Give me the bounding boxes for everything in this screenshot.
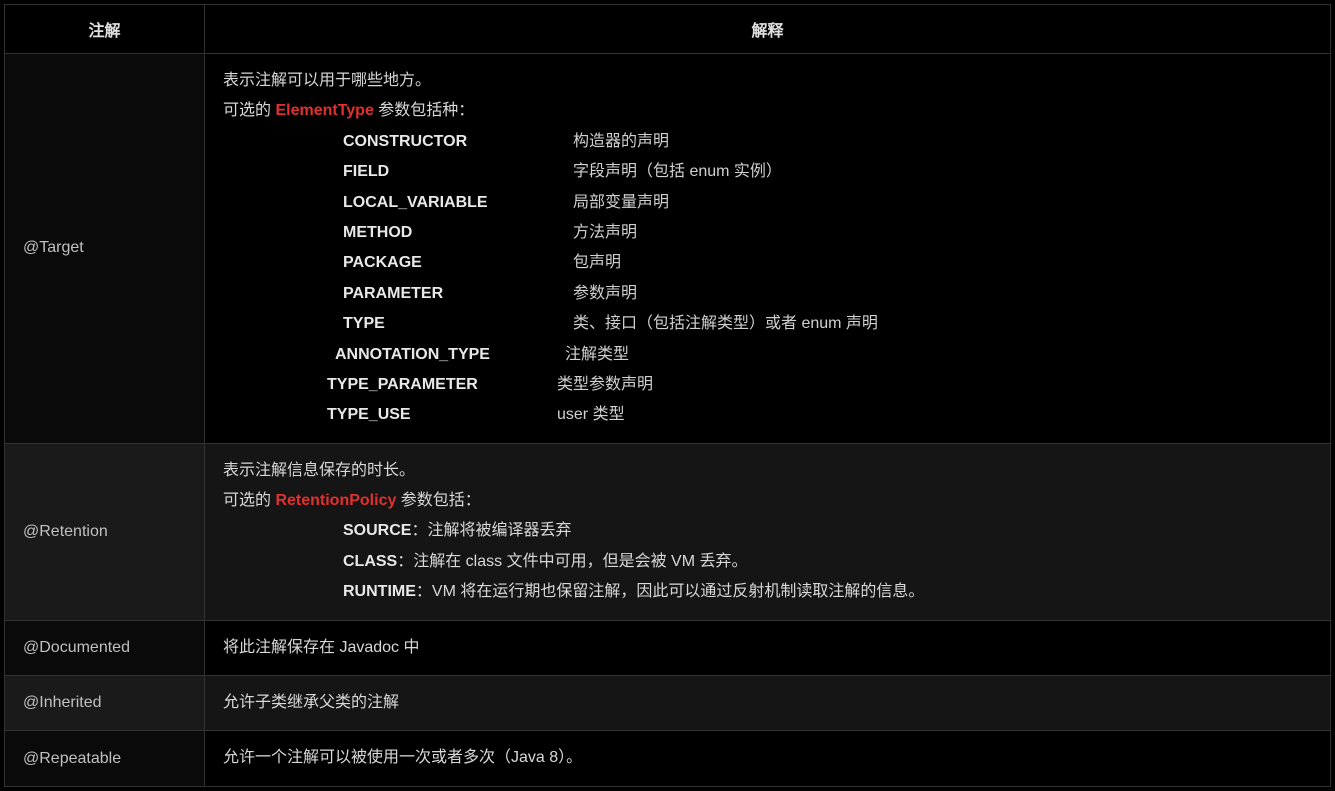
desc-line: 表示注解信息保存的时长。 xyxy=(223,456,1312,486)
param-item: ANNOTATION_TYPE注解类型 xyxy=(343,340,1312,370)
param-item: METHOD方法声明 xyxy=(343,218,1312,248)
annotation-name: @Documented xyxy=(5,620,205,675)
annotation-name: @Inherited xyxy=(5,676,205,731)
param-item: CONSTRUCTOR构造器的声明 xyxy=(343,127,1312,157)
annotation-name: @Repeatable xyxy=(5,731,205,786)
param-list: CONSTRUCTOR构造器的声明 FIELD字段声明（包括 enum 实例） … xyxy=(343,127,1312,431)
annotation-desc: 允许一个注解可以被使用一次或者多次（Java 8）。 xyxy=(205,731,1331,786)
table-row: @Inherited 允许子类继承父类的注解 xyxy=(5,676,1331,731)
highlight-term: ElementType xyxy=(275,102,373,119)
table-row: @Retention 表示注解信息保存的时长。 可选的 RetentionPol… xyxy=(5,443,1331,620)
param-item: TYPE_USE user 类型 xyxy=(343,400,1312,430)
annotation-desc: 表示注解可以用于哪些地方。 可选的 ElementType 参数包括种： CON… xyxy=(205,54,1331,444)
annotations-table: 注解 解释 @Target 表示注解可以用于哪些地方。 可选的 ElementT… xyxy=(4,4,1331,787)
param-item: TYPE类、接口（包括注解类型）或者 enum 声明 xyxy=(343,309,1312,339)
param-item: LOCAL_VARIABLE局部变量声明 xyxy=(343,188,1312,218)
table-row: @Target 表示注解可以用于哪些地方。 可选的 ElementType 参数… xyxy=(5,54,1331,444)
annotation-desc: 将此注解保存在 Javadoc 中 xyxy=(205,620,1331,675)
param-list: SOURCE：注解将被编译器丢弃 CLASS：注解在 class 文件中可用，但… xyxy=(343,516,1312,607)
param-item: TYPE_PARAMETER类型参数声明 xyxy=(343,370,1312,400)
header-explanation: 解释 xyxy=(205,5,1331,54)
desc-line: 可选的 RetentionPolicy 参数包括： xyxy=(223,486,1312,516)
header-annotation: 注解 xyxy=(5,5,205,54)
table-row: @Repeatable 允许一个注解可以被使用一次或者多次（Java 8）。 xyxy=(5,731,1331,786)
param-item: CLASS：注解在 class 文件中可用，但是会被 VM 丢弃。 xyxy=(343,547,1312,577)
param-item: RUNTIME：VM 将在运行期也保留注解，因此可以通过反射机制读取注解的信息。 xyxy=(343,577,1312,607)
table-row: @Documented 将此注解保存在 Javadoc 中 xyxy=(5,620,1331,675)
highlight-term: RetentionPolicy xyxy=(275,492,396,509)
desc-line: 可选的 ElementType 参数包括种： xyxy=(223,96,1312,126)
annotation-desc: 表示注解信息保存的时长。 可选的 RetentionPolicy 参数包括： S… xyxy=(205,443,1331,620)
param-item: PARAMETER 参数声明 xyxy=(343,279,1312,309)
annotation-name: @Target xyxy=(5,54,205,444)
param-item: PACKAGE包声明 xyxy=(343,248,1312,278)
desc-line: 表示注解可以用于哪些地方。 xyxy=(223,66,1312,96)
annotation-name: @Retention xyxy=(5,443,205,620)
param-item: FIELD字段声明（包括 enum 实例） xyxy=(343,157,1312,187)
annotation-desc: 允许子类继承父类的注解 xyxy=(205,676,1331,731)
param-item: SOURCE：注解将被编译器丢弃 xyxy=(343,516,1312,546)
